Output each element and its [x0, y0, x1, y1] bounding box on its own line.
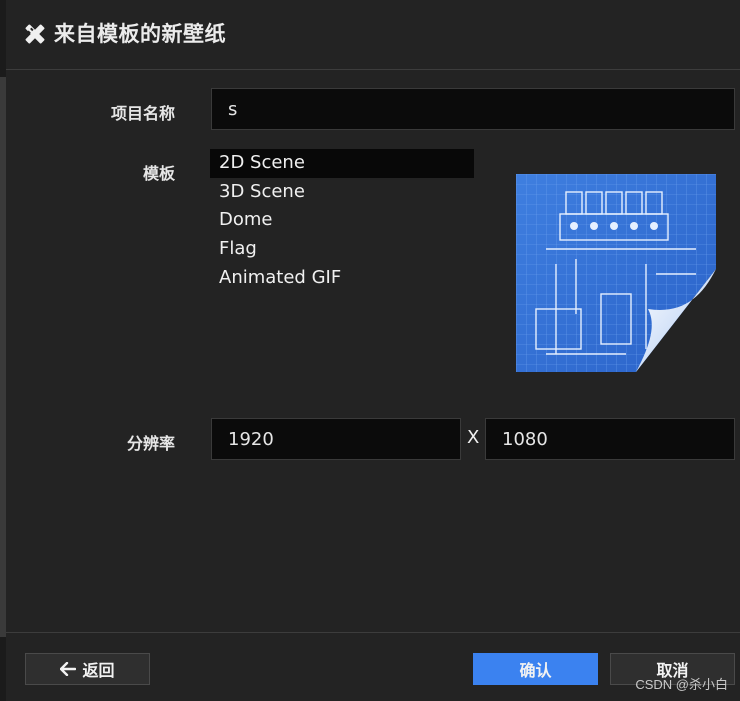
back-button[interactable]: 返回	[25, 653, 150, 685]
resolution-label: 分辨率	[126, 434, 175, 453]
resolution-width-value: 1920	[228, 428, 274, 450]
new-wallpaper-dialog: 来自模板的新壁纸 项目名称 s 模板 2D Scene 3D Scene Dom…	[6, 0, 740, 701]
template-item-2d-scene[interactable]: 2D Scene	[210, 149, 474, 178]
resolution-width-input[interactable]: 1920	[211, 418, 461, 460]
template-item-animated-gif[interactable]: Animated GIF	[210, 264, 474, 293]
blueprint-icon	[516, 174, 716, 372]
project-name-value: s	[228, 98, 238, 120]
resolution-height-input[interactable]: 1080	[485, 418, 735, 460]
project-name-label: 项目名称	[110, 104, 175, 123]
confirm-label: 确认	[519, 661, 552, 680]
template-list[interactable]: 2D Scene 3D Scene Dome Flag Animated GIF	[210, 149, 474, 292]
title-bar: 来自模板的新壁纸	[6, 0, 740, 70]
resolution-height-value: 1080	[502, 428, 548, 450]
back-label: 返回	[82, 661, 115, 680]
arrow-left-icon	[60, 662, 77, 676]
template-item-3d-scene[interactable]: 3D Scene	[210, 178, 474, 207]
project-name-input[interactable]: s	[211, 88, 735, 130]
template-item-flag[interactable]: Flag	[210, 235, 474, 264]
pencil-ruler-icon	[25, 24, 45, 44]
dialog-title: 来自模板的新壁纸	[54, 22, 226, 46]
confirm-button[interactable]: 确认	[473, 653, 598, 685]
resolution-separator: X	[467, 427, 480, 448]
footer-divider	[6, 632, 740, 633]
template-item-dome[interactable]: Dome	[210, 206, 474, 235]
template-label: 模板	[142, 164, 175, 183]
watermark: CSDN @杀小白	[635, 677, 728, 692]
